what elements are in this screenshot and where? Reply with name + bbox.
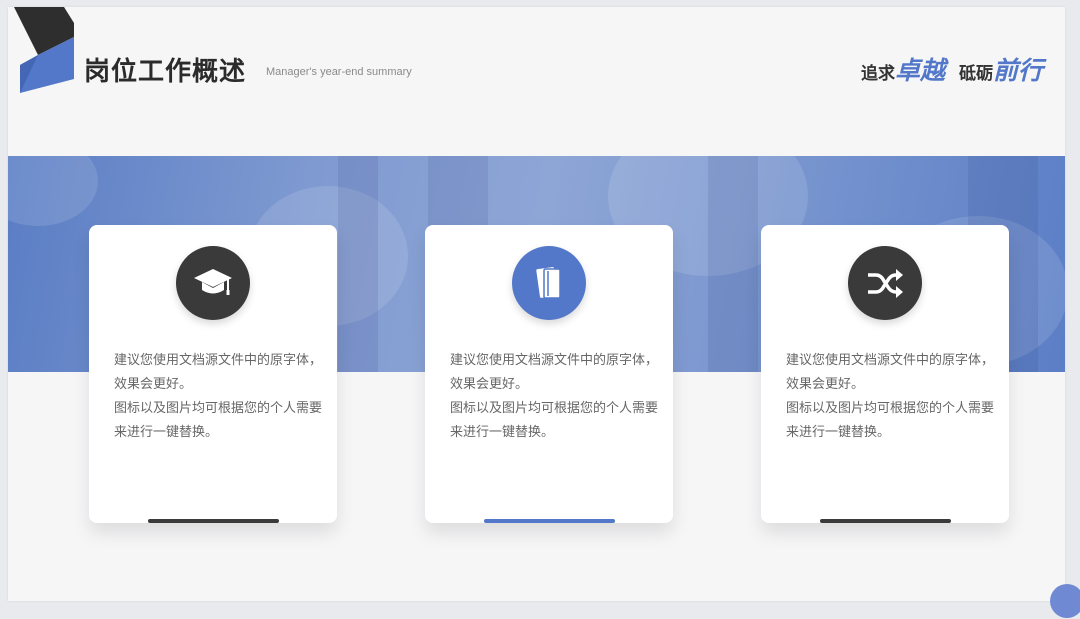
page-indicator-dot[interactable] xyxy=(1050,584,1080,618)
card-description: 建议您使用文档源文件中的原字体，效果会更好。 图标以及图片均可根据您的个人需要来… xyxy=(786,349,996,445)
card-bottom-bar xyxy=(148,519,279,523)
logo-icon xyxy=(14,7,74,93)
page-subtitle: Manager's year-end summary xyxy=(266,66,412,78)
card-bottom-bar xyxy=(484,519,615,523)
card-bottom-bar xyxy=(820,519,951,523)
slogan: 追求 卓越 砥砺 前行 xyxy=(861,51,1043,87)
card-text-line2: 图标以及图片均可根据您的个人需要来进行一键替换。 xyxy=(450,401,659,440)
slogan-plain-1: 追求 xyxy=(860,64,895,84)
slide: 岗位工作概述 Manager's year-end summary 追求 卓越 … xyxy=(8,7,1065,601)
card-3: 建议您使用文档源文件中的原字体，效果会更好。 图标以及图片均可根据您的个人需要来… xyxy=(761,225,1009,523)
slogan-plain-2: 砥砺 xyxy=(958,64,993,84)
shuffle-icon xyxy=(848,246,922,320)
graduation-cap-icon xyxy=(176,246,250,320)
card-description: 建议您使用文档源文件中的原字体，效果会更好。 图标以及图片均可根据您的个人需要来… xyxy=(450,349,660,445)
card-description: 建议您使用文档源文件中的原字体，效果会更好。 图标以及图片均可根据您的个人需要来… xyxy=(114,349,324,445)
book-icon xyxy=(512,246,586,320)
card-text-line1: 建议您使用文档源文件中的原字体，效果会更好。 xyxy=(786,353,995,392)
card-2: 建议您使用文档源文件中的原字体，效果会更好。 图标以及图片均可根据您的个人需要来… xyxy=(425,225,673,523)
card-text-line1: 建议您使用文档源文件中的原字体，效果会更好。 xyxy=(114,353,323,392)
slogan-accent-1: 卓越 xyxy=(894,56,945,85)
slogan-accent-2: 前行 xyxy=(992,56,1043,85)
card-1: 建议您使用文档源文件中的原字体，效果会更好。 图标以及图片均可根据您的个人需要来… xyxy=(89,225,337,523)
card-text-line2: 图标以及图片均可根据您的个人需要来进行一键替换。 xyxy=(114,401,323,440)
card-text-line2: 图标以及图片均可根据您的个人需要来进行一键替换。 xyxy=(786,401,995,440)
card-text-line1: 建议您使用文档源文件中的原字体，效果会更好。 xyxy=(450,353,659,392)
page-title: 岗位工作概述 xyxy=(84,57,247,87)
